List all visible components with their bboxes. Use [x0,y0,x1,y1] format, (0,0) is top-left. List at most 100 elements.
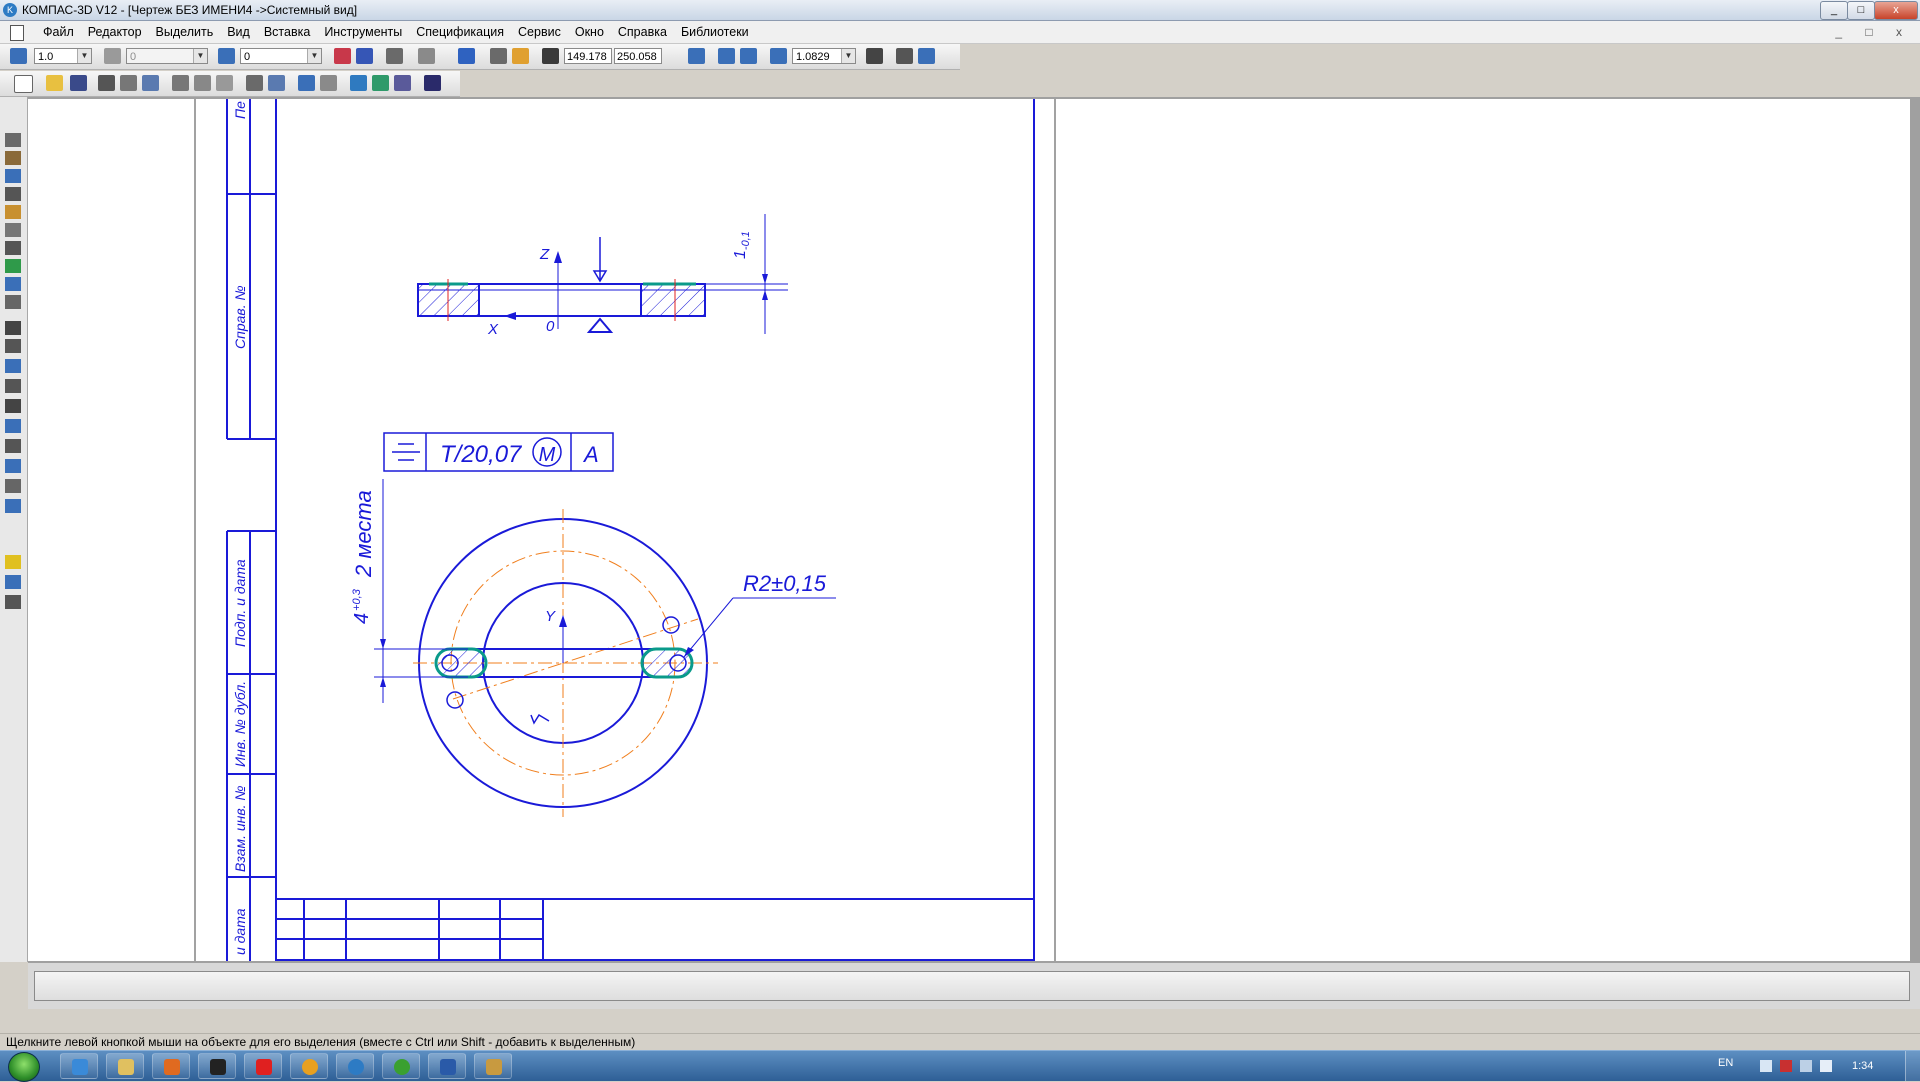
coord-x-field[interactable]: 149.178 [564,48,612,64]
ortho-icon[interactable] [490,48,507,64]
chrome-icon[interactable] [290,1053,328,1079]
function-icon[interactable] [394,75,411,91]
menu-tools[interactable]: Инструменты [317,25,409,39]
yandex-icon[interactable] [244,1053,282,1079]
drawing-svg[interactable]: Пе Справ. № Подп. и дата Инв. № дубл. Вз… [28,99,1910,961]
format-painter-icon[interactable] [246,75,263,91]
parametrization-tool-icon[interactable] [5,205,21,219]
section-tool-icon[interactable] [5,499,21,513]
preview-icon[interactable] [120,75,137,91]
menu-file[interactable]: Файл [36,25,81,39]
round-icon[interactable] [512,48,529,64]
pan-icon[interactable] [866,48,883,64]
tray-flag-icon[interactable] [1780,1060,1792,1072]
layers-icon[interactable] [218,48,235,64]
save-icon[interactable] [70,75,87,91]
show-desktop-button[interactable] [1905,1051,1920,1081]
help-pointer-icon[interactable] [424,75,441,91]
print-icon[interactable] [98,75,115,91]
kompas-doc-icon[interactable] [474,1053,512,1079]
undo-icon[interactable] [298,75,315,91]
paste-icon[interactable] [216,75,233,91]
magnet-icon[interactable] [334,48,351,64]
menu-edit[interactable]: Редактор [81,25,149,39]
zoom-combo[interactable]: 1.0829 ▼ [792,48,856,64]
designations-tool-icon[interactable] [5,169,21,183]
ie-icon[interactable] [60,1053,98,1079]
library-manager-icon[interactable] [350,75,367,91]
document-icon[interactable] [10,25,24,41]
drawing-canvas[interactable]: Пе Справ. № Подп. и дата Инв. № дубл. Вз… [28,99,1910,961]
zoom-in-icon[interactable] [718,48,735,64]
menu-view[interactable]: Вид [220,25,257,39]
edit-tool-icon[interactable] [5,187,21,201]
media-icon[interactable] [152,1053,190,1079]
language-indicator[interactable]: EN [1718,1057,1733,1069]
zoom-scale-icon[interactable] [770,48,787,64]
measure-tool-icon[interactable] [5,223,21,237]
menu-specification[interactable]: Спецификация [409,25,511,39]
show-all-icon[interactable] [896,48,913,64]
text-tool-icon[interactable] [5,321,21,335]
layer-combo[interactable]: 0 ▼ [240,48,322,64]
menu-service[interactable]: Сервис [511,25,568,39]
tolerance-frame[interactable]: T/20,07 M A [383,432,614,472]
properties-icon[interactable] [142,75,159,91]
cut-icon[interactable] [172,75,189,91]
redo-icon[interactable] [320,75,337,91]
reports-tool-icon[interactable] [5,277,21,291]
form-tolerance-tool-icon[interactable] [5,419,21,433]
grid-icon[interactable] [418,48,435,64]
lightning-icon[interactable] [5,555,21,569]
app-icon[interactable] [198,1053,236,1079]
new-file-icon[interactable] [14,75,33,93]
manager-icon[interactable] [268,75,285,91]
angle-icon[interactable] [386,48,403,64]
select-tool-icon[interactable] [5,241,21,255]
menu-select[interactable]: Выделить [149,25,221,39]
base-tool-icon[interactable] [5,379,21,393]
insert-tool-icon[interactable] [5,295,21,309]
kompas-icon[interactable] [336,1053,374,1079]
target-icon[interactable] [5,575,21,589]
wave-icon[interactable] [5,595,21,609]
arrow-view-tool-icon[interactable] [5,459,21,473]
spec-tool-icon[interactable] [5,259,21,273]
refresh-icon[interactable] [918,48,935,64]
style-combo[interactable]: 0 ▼ [126,48,208,64]
table-tool-icon[interactable] [5,339,21,353]
chevron-down-icon[interactable]: ▼ [841,49,855,63]
axis-tool-icon[interactable] [5,479,21,493]
zoom-out-icon[interactable] [740,48,757,64]
mdi-controls[interactable]: _ □ x [1835,25,1912,39]
close-button[interactable]: x [1874,1,1918,20]
maximize-button[interactable]: □ [1847,1,1875,20]
tray-arrow-icon[interactable] [1760,1060,1772,1072]
leader-tool-icon[interactable] [5,399,21,413]
chevron-down-icon[interactable]: ▼ [77,49,91,63]
explorer-icon[interactable] [106,1053,144,1079]
gear-app-icon[interactable] [382,1053,420,1079]
menu-window[interactable]: Окно [568,25,611,39]
geometry-tool-icon[interactable] [5,133,21,147]
volume-icon[interactable] [1820,1060,1832,1072]
snap-icon[interactable] [10,48,27,64]
chevron-down-icon[interactable]: ▼ [193,49,207,63]
chevron-down-icon[interactable]: ▼ [307,49,321,63]
menu-insert[interactable]: Вставка [257,25,317,39]
copy-icon[interactable] [194,75,211,91]
main-view[interactable]: Y R2±0,15 4+0,3 2 места [351,479,836,817]
zoom-window-icon[interactable] [688,48,705,64]
word-icon[interactable] [428,1053,466,1079]
top-view[interactable]: Z X 0 1-0,1 [417,214,788,338]
style-icon[interactable] [104,48,121,64]
variables-icon[interactable] [372,75,389,91]
minimize-button[interactable]: _ [1820,1,1848,20]
roughness-tool-icon[interactable] [5,359,21,373]
clock[interactable]: 1:34 [1852,1060,1873,1072]
open-folder-icon[interactable] [46,75,63,91]
network-icon[interactable] [1800,1060,1812,1072]
coord-y-field[interactable]: 250.058 [614,48,662,64]
local-cs-icon[interactable] [458,48,475,64]
menu-help[interactable]: Справка [611,25,674,39]
